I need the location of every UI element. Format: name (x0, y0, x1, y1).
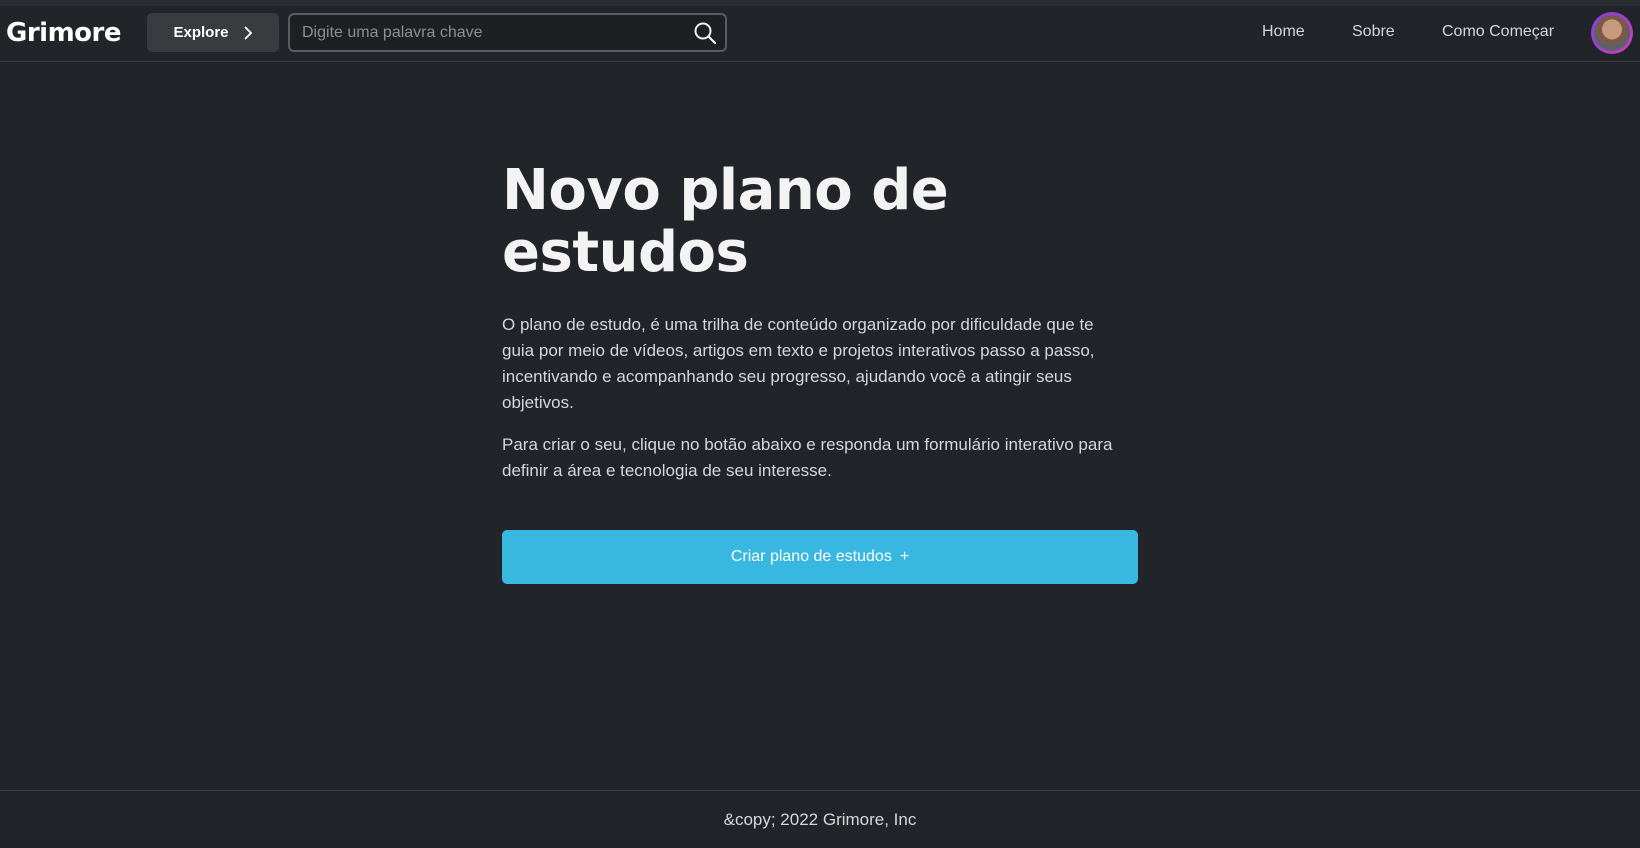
plus-icon: + (899, 548, 910, 565)
explore-label: Explore (173, 24, 229, 41)
search-icon[interactable] (685, 15, 725, 50)
nav-sobre[interactable]: Sobre (1352, 23, 1395, 41)
description-paragraph-1: O plano de estudo, é uma trilha de conte… (502, 315, 1095, 412)
search-input[interactable] (290, 15, 685, 50)
footer: &copy; 2022 Grimore, Inc (0, 790, 1640, 848)
nav-home[interactable]: Home (1262, 23, 1305, 41)
logo[interactable]: Grimore (6, 18, 122, 48)
main-content: Novo plano de estudos O plano de estudo,… (502, 160, 1138, 584)
search-box (288, 13, 727, 52)
create-study-plan-button[interactable]: Criar plano de estudos + (502, 530, 1138, 584)
description-paragraph-2: Para criar o seu, clique no botão abaixo… (502, 435, 1113, 480)
cta-label: Criar plano de estudos (730, 548, 892, 565)
nav-como-comecar[interactable]: Como Começar (1442, 23, 1554, 41)
avatar[interactable] (1591, 12, 1633, 54)
explore-button[interactable]: Explore (147, 13, 279, 52)
page-title: Novo plano de estudos (502, 158, 949, 285)
avatar-photo (1594, 15, 1630, 51)
chevron-right-icon (243, 25, 253, 40)
copyright-text: &copy; 2022 Grimore, Inc (723, 809, 917, 829)
top-navbar: Grimore Explore Home Sobre Como Começar (0, 6, 1640, 62)
